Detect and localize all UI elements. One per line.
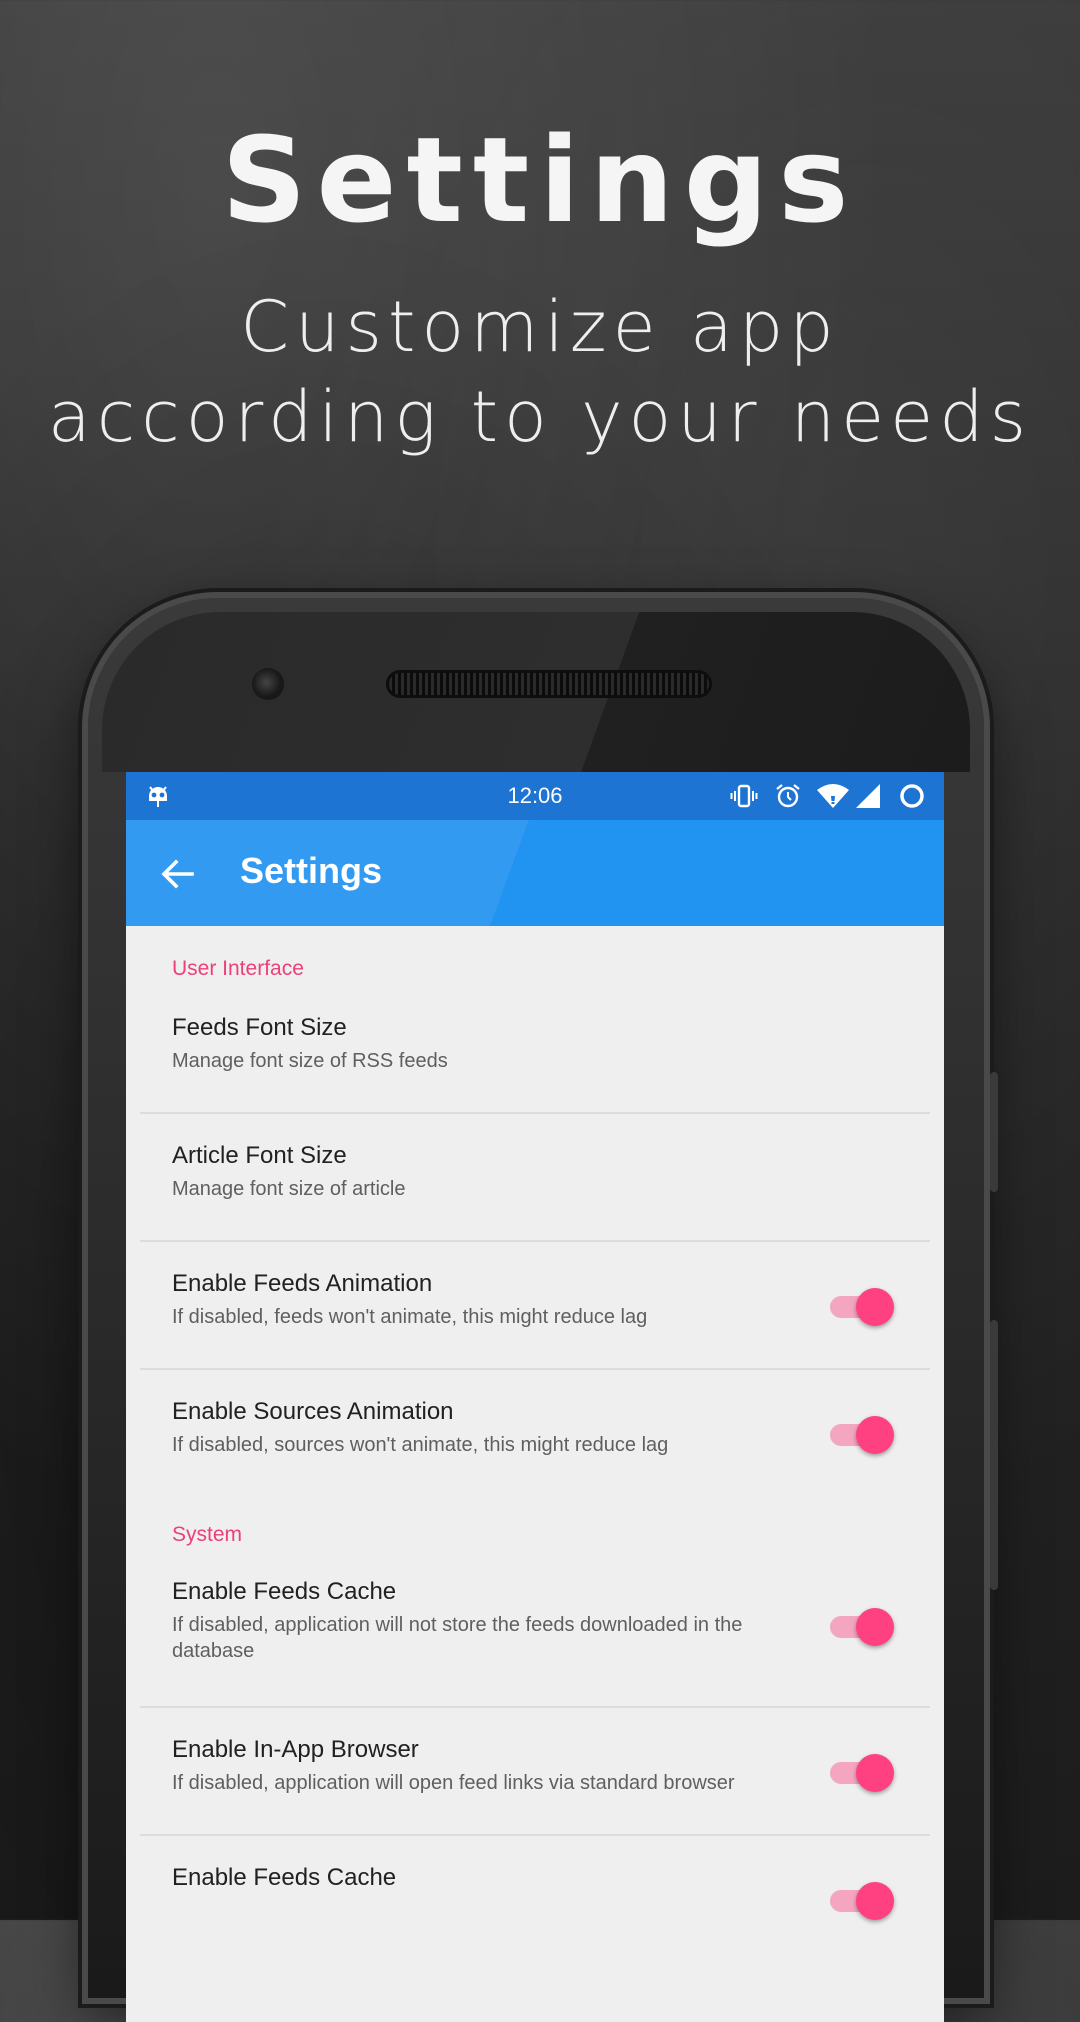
toggle-switch[interactable] [830,1604,894,1650]
toggle-thumb [856,1754,894,1792]
toggle-thumb [856,1882,894,1920]
pref-title: Enable Feeds Cache [172,1864,397,1891]
signal-icon [856,784,880,808]
pref-summary: If disabled, feeds won't animate, this m… [172,1306,648,1328]
pref-summary: If disabled, sources won't animate, this… [172,1434,669,1456]
vibrate-icon [730,784,758,808]
pref-enable-feeds-cache[interactable]: Enable Feeds Cache If disabled, applicat… [140,1552,930,1708]
pref-title: Enable Sources Animation [172,1398,454,1425]
app-bar-title: Settings [240,850,383,891]
toggle-switch[interactable] [830,1878,894,1924]
pref-title: Enable Feeds Cache [172,1578,397,1605]
pref-enable-sources-animation[interactable]: Enable Sources Animation If disabled, so… [140,1370,930,1496]
pref-summary: Manage font size of RSS feeds [172,1050,448,1072]
pref-feeds-font-size[interactable]: Feeds Font Size Manage font size of RSS … [140,986,930,1114]
pref-title: Feeds Font Size [172,1014,347,1041]
status-bar: 12:06 [126,772,944,820]
toggle-switch[interactable] [830,1412,894,1458]
wifi-icon [817,784,849,808]
pref-summary: Manage font size of article [172,1178,406,1200]
app-bar: Settings [126,820,944,926]
toggle-switch[interactable] [830,1750,894,1796]
toggle-switch[interactable] [830,1284,894,1330]
pref-summary: If disabled, application will open feed … [172,1772,735,1794]
earpiece-speaker [386,670,712,698]
alarm-icon [776,784,800,808]
pref-enable-feeds-cache-2[interactable]: Enable Feeds Cache [140,1836,930,1962]
toggle-thumb [856,1416,894,1454]
pref-title: Article Font Size [172,1142,347,1169]
hero-subtitle: Customize app according to your needs [0,282,1080,462]
front-camera [252,668,284,700]
pref-summary: If disabled, application will not store … [172,1614,743,1662]
pref-article-font-size[interactable]: Article Font Size Manage font size of ar… [140,1114,930,1242]
section-header-system: System [172,1523,243,1546]
toggle-thumb [856,1608,894,1646]
toggle-thumb [856,1288,894,1326]
hero-subtitle-line1: Customize app [240,286,840,368]
power-button [990,1320,998,1590]
battery-ring-icon [900,784,924,808]
pref-enable-in-app-browser[interactable]: Enable In-App Browser If disabled, appli… [140,1708,930,1836]
hero-subtitle-line2: according to your needs [47,376,1033,458]
hero-title: Settings [221,111,859,249]
phone-screen: 12:06 Settings User Interface Feeds Font… [126,772,944,2022]
section-header-user-interface: User Interface [172,957,304,980]
arrow-back-icon[interactable] [160,857,194,891]
phone-frame: 12:06 Settings User Interface Feeds Font… [88,598,998,2022]
pref-title: Enable In-App Browser [172,1736,419,1763]
pref-title: Enable Feeds Animation [172,1270,433,1297]
phone-top-bezel [102,612,970,772]
pref-enable-feeds-animation[interactable]: Enable Feeds Animation If disabled, feed… [140,1242,930,1370]
volume-button [990,1072,998,1192]
